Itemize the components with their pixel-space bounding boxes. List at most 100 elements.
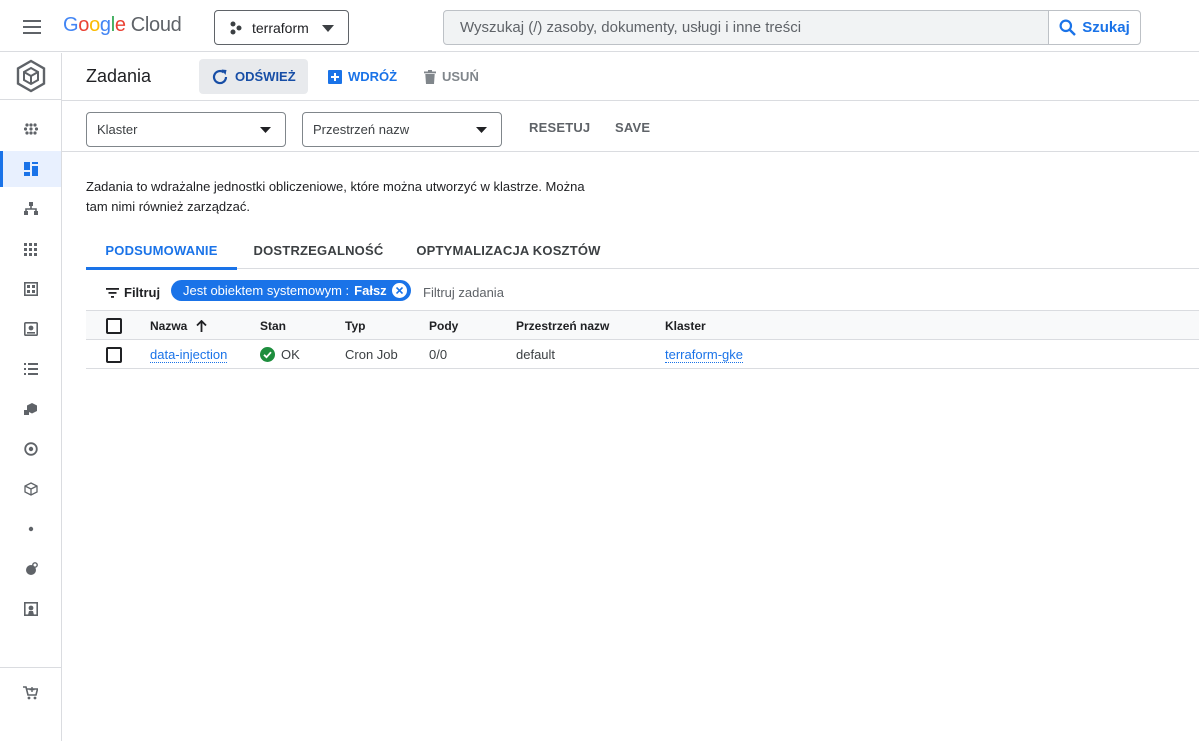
filter-chip-key: Jest obiektem systemowym :	[183, 283, 350, 298]
nav-item-backup[interactable]	[0, 431, 61, 467]
cell-name: data-injection	[150, 340, 228, 369]
page-header: Zadania ODŚWIEŻ WDRÓŻ USUŃ	[62, 53, 1199, 101]
table-row: data-injection OK Cron Job 0/0 default t…	[86, 340, 1199, 369]
nav-item-services[interactable]	[0, 191, 61, 227]
nav-item-policy[interactable]	[0, 591, 61, 627]
dashboard-icon	[23, 282, 38, 296]
cubes-icon	[23, 403, 37, 415]
nav-item-overview[interactable]	[0, 111, 61, 147]
nav-item-cart[interactable]	[0, 675, 61, 711]
filter-chip[interactable]: Jest obiektem systemowym : Fałsz	[171, 280, 411, 301]
cell-cluster: terraform-gke	[665, 340, 744, 369]
trash-icon	[424, 69, 436, 84]
save-button[interactable]: SAVE	[615, 120, 650, 135]
filter-lines-icon	[106, 287, 119, 298]
column-header-namespace[interactable]: Przestrzeń nazw	[516, 311, 609, 340]
cell-namespace: default	[516, 347, 556, 362]
tab-summary[interactable]: PODSUMOWANIE	[86, 231, 237, 270]
deploy-button-label: WDRÓŻ	[348, 69, 398, 84]
apps-grid-icon	[24, 242, 37, 256]
close-icon	[395, 287, 403, 294]
top-bar: Go o g l e Cloud terraform Wyszukaj (/) zasob…	[0, 0, 1199, 52]
page-title: Zadania	[86, 66, 152, 86]
search-input[interactable]: Wyszukaj (/) zasoby, dokumenty, usługi i…	[444, 11, 1048, 44]
search-icon	[1059, 19, 1077, 36]
column-header-type[interactable]: Typ	[345, 311, 365, 340]
nav-item-config[interactable]	[0, 271, 61, 307]
column-header-name-label: Nazwa	[150, 318, 188, 333]
cluster-select[interactable]: Klaster	[86, 112, 286, 147]
cell-type: Cron Job	[345, 347, 398, 362]
filter-button[interactable]: Filtruj	[106, 285, 160, 300]
nav-item-applications[interactable]	[0, 231, 61, 267]
column-header-name[interactable]: Nazwa	[150, 311, 207, 340]
nav-item-marketplace[interactable]	[0, 471, 61, 507]
google-cloud-logo[interactable]: Go o g l e Cloud	[63, 14, 182, 37]
nav-item-dot[interactable]	[0, 511, 61, 547]
cluster-link[interactable]: terraform-gke	[665, 347, 744, 363]
column-header-status[interactable]: Stan	[260, 311, 286, 340]
main-menu-button[interactable]	[14, 12, 50, 42]
badge-icon	[23, 602, 38, 616]
project-name: terraform	[252, 19, 309, 36]
table-header: Nazwa Stan Typ Pody Przestrzeń nazw Klas…	[86, 311, 1199, 340]
project-dots-icon	[230, 21, 242, 34]
namespace-select-label: Przestrzeń nazw	[313, 122, 410, 137]
refresh-icon	[212, 69, 228, 84]
select-all-checkbox[interactable]	[106, 311, 122, 340]
chevron-down-icon	[476, 127, 487, 133]
tab-observability[interactable]: DOSTRZEGALNOŚĆ	[246, 231, 391, 269]
deploy-button[interactable]: WDRÓŻ	[316, 59, 409, 94]
tab-bar: PODSUMOWANIE DOSTRZEGALNOŚĆ OPTYMALIZACJ…	[86, 231, 1199, 270]
chip-close-button[interactable]	[391, 283, 407, 298]
column-header-cluster[interactable]: Klaster	[665, 311, 706, 340]
workload-name-link[interactable]: data-injection	[150, 347, 228, 363]
chevron-down-icon	[260, 127, 271, 133]
row-checkbox[interactable]	[106, 340, 122, 369]
status-text: OK	[281, 347, 300, 362]
project-picker[interactable]: terraform	[214, 10, 349, 45]
cell-pods: 0/0	[429, 347, 448, 362]
nav-divider-bottom	[0, 667, 61, 668]
nav-item-workloads[interactable]	[0, 151, 61, 187]
page-description: Zadania to wdrażalne jednostki obliczeni…	[86, 179, 585, 214]
arrow-up-icon	[196, 319, 207, 332]
nav-item-object-browser[interactable]	[0, 351, 61, 387]
network-tree-icon	[23, 202, 38, 215]
nav-item-storage[interactable]	[0, 311, 61, 347]
cell-status: OK	[260, 340, 300, 369]
kubernetes-hexagon-icon	[16, 59, 46, 93]
nav-divider	[0, 99, 61, 100]
namespace-select[interactable]: Przestrzeń nazw	[302, 112, 502, 147]
list-icon	[23, 363, 38, 375]
package-icon	[23, 482, 38, 496]
chevron-down-icon	[322, 25, 334, 32]
search-button[interactable]: Szukaj	[1048, 11, 1140, 44]
side-nav	[0, 53, 62, 741]
nav-item-security[interactable]	[0, 551, 61, 587]
check-circle-icon	[260, 347, 275, 362]
cluster-dots-icon	[23, 123, 38, 135]
add-box-icon	[328, 69, 342, 84]
hamburger-menu-icon	[23, 20, 41, 34]
refresh-button-label: ODŚWIEŻ	[235, 69, 296, 84]
filter-input[interactable]: Filtruj zadania	[423, 285, 504, 300]
kubernetes-engine-logo[interactable]	[15, 59, 47, 93]
tab-cost-optimization[interactable]: OPTYMALIZACJA KOSZTÓW	[411, 231, 606, 269]
reset-button[interactable]: RESETUJ	[529, 120, 590, 135]
nav-item-migrate[interactable]	[0, 391, 61, 427]
security-bug-icon	[25, 562, 38, 575]
storage-disk-icon	[23, 322, 38, 336]
checkbox-box	[106, 317, 122, 334]
shopping-cart-icon	[23, 686, 38, 700]
filter-toolbar: Klaster Przestrzeń nazw RESETUJ SAVE	[62, 101, 1199, 152]
column-header-pods[interactable]: Pody	[429, 311, 458, 340]
refresh-button[interactable]: ODŚWIEŻ	[199, 59, 308, 94]
workloads-icon	[23, 162, 38, 176]
checkbox-box	[106, 346, 122, 363]
delete-button-label: USUŃ	[442, 69, 479, 84]
delete-button[interactable]: USUŃ	[412, 59, 491, 94]
main-content: Zadania ODŚWIEŻ WDRÓŻ USUŃ Klaster Przes…	[62, 53, 1199, 741]
filter-chip-value: Fałsz	[354, 283, 387, 298]
target-icon	[23, 442, 38, 456]
